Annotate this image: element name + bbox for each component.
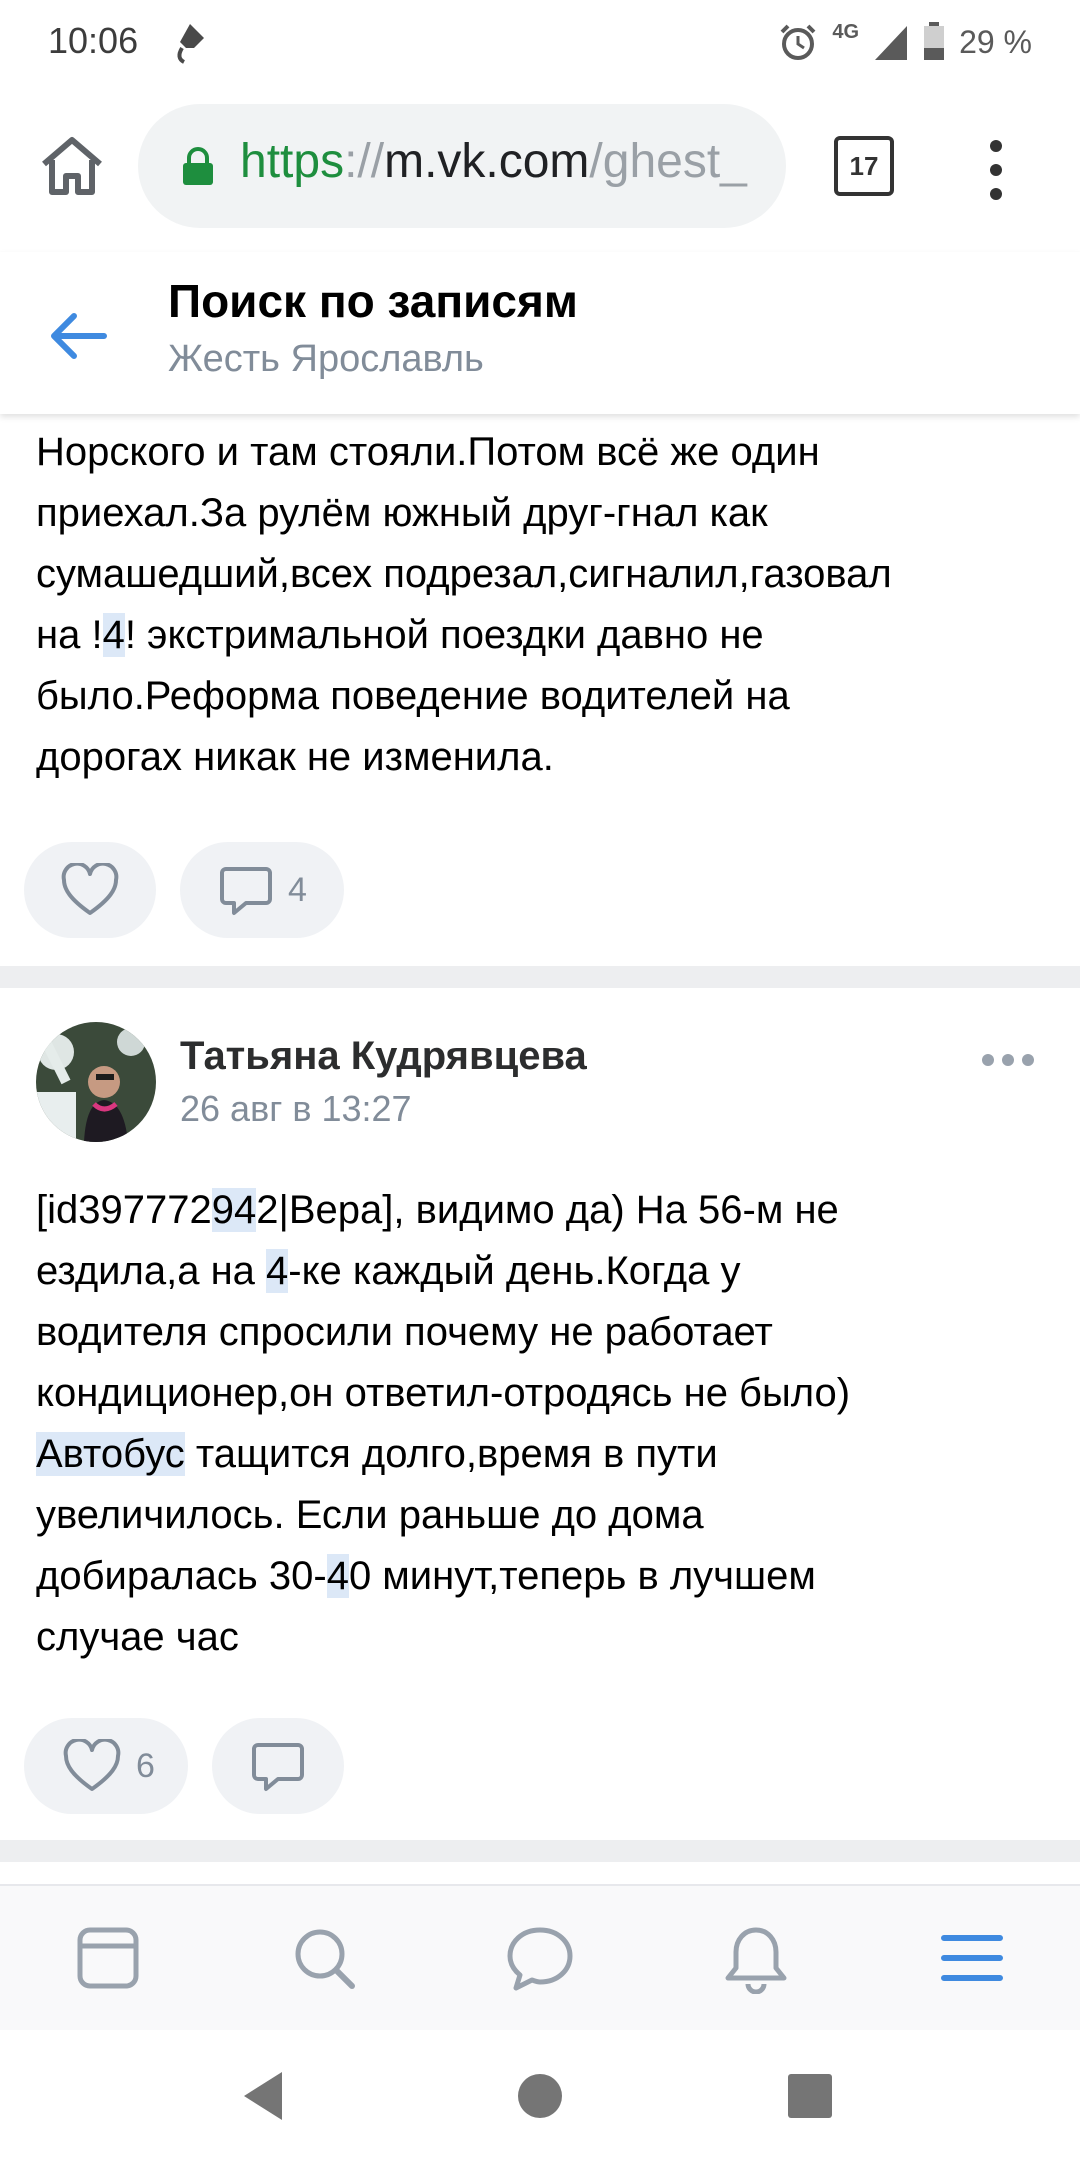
avatar-image xyxy=(36,1022,156,1142)
post-text-line: [id397772942|Вера], видимо да) На 56-м н… xyxy=(36,1180,1046,1241)
back-arrow-icon[interactable] xyxy=(44,302,112,370)
post-text-line: Автобус тащится долго,время в пути xyxy=(36,1424,1046,1485)
menu-icon[interactable] xyxy=(936,1922,1008,1994)
comment-button[interactable]: 4 xyxy=(180,842,344,938)
url-host: m.vk.com xyxy=(384,135,590,188)
text-segment: ездила,а на xyxy=(36,1249,267,1293)
post-text-line: добиралась 30-40 минут,теперь в лучшем xyxy=(36,1546,1046,1607)
text-segment: ! экстримальной поездки давно не xyxy=(124,613,764,657)
text-segment: 0 минут,теперь в лучшем xyxy=(348,1554,816,1598)
post-text: [id397772942|Вера], видимо да) На 56-м н… xyxy=(36,1180,1046,1668)
network-type: 4G xyxy=(832,20,860,43)
url-bar[interactable]: https://m.vk.com/ghest_ xyxy=(138,104,786,228)
page-subtitle: Жесть Ярославль xyxy=(168,338,484,380)
like-button[interactable]: 6 xyxy=(24,1718,188,1814)
avatar[interactable] xyxy=(36,1022,156,1142)
search-highlight: 4 xyxy=(102,613,125,657)
news-feed-icon[interactable] xyxy=(72,1922,144,1994)
search-highlight: 94 xyxy=(211,1188,257,1232)
comment-icon xyxy=(252,1743,304,1791)
alarm-icon xyxy=(780,24,816,60)
battery-icon xyxy=(924,22,945,60)
text-segment: на ! xyxy=(36,613,103,657)
text-segment: 2|Вера], видимо да) На 56-м не xyxy=(256,1188,839,1232)
post-text-line: дорогах никак не изменила. xyxy=(36,735,554,779)
post-text-line: сумашедший,всех подрезал,сигналил,газова… xyxy=(36,552,892,596)
search-icon[interactable] xyxy=(288,1922,360,1994)
tabs-count: 17 xyxy=(834,136,894,196)
page-title: Поиск по записям xyxy=(168,275,578,327)
search-highlight: 4 xyxy=(326,1554,349,1598)
post-divider xyxy=(0,1840,1080,1862)
browser-toolbar: https://m.vk.com/ghest_ 17 xyxy=(0,84,1080,252)
search-highlight: 4 xyxy=(266,1249,289,1293)
text-segment: [id397772 xyxy=(36,1188,212,1232)
url-path: /ghest_ xyxy=(589,135,747,188)
back-triangle-icon[interactable] xyxy=(236,2066,296,2126)
search-highlight: Автобус xyxy=(36,1432,185,1476)
messages-icon[interactable] xyxy=(504,1922,576,1994)
comment-button[interactable] xyxy=(212,1718,344,1814)
comment-count: 4 xyxy=(288,870,307,909)
notification-icon xyxy=(177,24,204,64)
post-text-line: водителя спросили почему не работает xyxy=(36,1310,773,1354)
post-text-line: было.Реформа поведение водителей на xyxy=(36,674,790,718)
like-count: 6 xyxy=(136,1746,155,1785)
post-text-line: Норского и там стояли.Потом всё же один xyxy=(36,430,820,474)
text-segment: тащится долго,время в пути xyxy=(184,1432,718,1476)
status-icons: 4G 29 % xyxy=(778,18,1032,66)
status-bar: 10:06 4G 29 % xyxy=(0,0,1080,84)
system-navigation xyxy=(0,2030,1080,2160)
post-text-line: кондиционер,он ответил-отродясь не было) xyxy=(36,1371,851,1415)
post-divider xyxy=(0,966,1080,988)
signal-icon xyxy=(875,26,908,60)
heart-icon xyxy=(63,1739,121,1791)
heart-icon xyxy=(61,863,119,915)
status-time: 10:06 xyxy=(48,20,139,61)
recents-square-icon[interactable] xyxy=(780,2066,840,2126)
home-circle-icon[interactable] xyxy=(510,2066,570,2126)
page-header: Поиск по записям Жесть Ярославль xyxy=(0,252,1080,414)
url-separator: :// xyxy=(344,135,385,188)
text-segment: -ке каждый день.Когда у xyxy=(288,1249,741,1293)
post-text: Норского и там стояли.Потом всё же один … xyxy=(36,422,1046,788)
comment-icon xyxy=(220,867,272,915)
post-text-line: случае час xyxy=(36,1615,239,1659)
bell-icon[interactable] xyxy=(720,1922,792,1994)
more-horiz-icon[interactable] xyxy=(980,1048,1036,1072)
author-name[interactable]: Татьяна Кудрявцева xyxy=(180,1034,587,1079)
post-text-line: приехал.За рулём южный друг-гнал как xyxy=(36,491,768,535)
bottom-navigation xyxy=(0,1884,1080,2030)
home-icon[interactable] xyxy=(36,130,108,202)
more-vert-icon[interactable] xyxy=(980,136,1020,204)
text-segment: добиралась 30- xyxy=(36,1554,327,1598)
like-button[interactable] xyxy=(24,842,156,938)
tabs-button[interactable]: 17 xyxy=(834,136,894,196)
url-scheme: https xyxy=(240,135,345,188)
lock-icon xyxy=(183,147,213,185)
post-text-line: увеличилось. Если раньше до дома xyxy=(36,1493,704,1537)
post-date[interactable]: 26 авг в 13:27 xyxy=(180,1088,412,1130)
battery-level: 29 % xyxy=(959,23,1032,60)
post-text-line: на !4! экстримальной поездки давно не xyxy=(36,605,1046,666)
url-text[interactable]: https://m.vk.com/ghest_ xyxy=(240,134,760,189)
post-text-line: ездила,а на 4-ке каждый день.Когда у xyxy=(36,1241,1046,1302)
